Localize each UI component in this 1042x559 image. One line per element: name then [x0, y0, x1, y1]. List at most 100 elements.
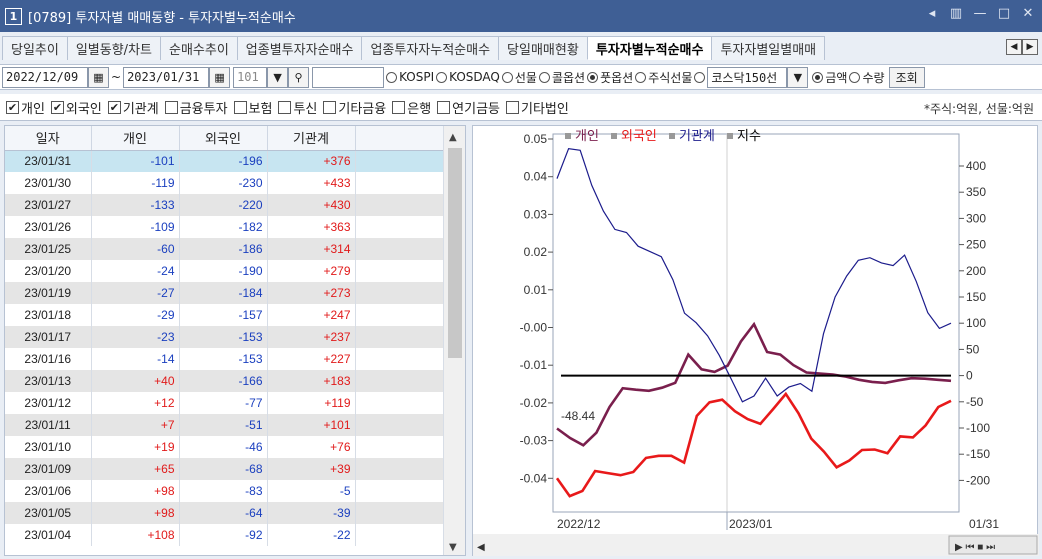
cell-empty — [355, 216, 444, 238]
table-row[interactable]: 23/01/26 -109 -182 +363 — [5, 216, 444, 238]
tab-sector-cumulative[interactable]: 업종투자자누적순매수 — [361, 36, 500, 60]
checkbox-icon — [506, 100, 519, 114]
market-other[interactable] — [694, 71, 707, 83]
investor-financial[interactable]: 금융투자 — [164, 98, 228, 117]
market-call-option[interactable]: 콜옵션 — [538, 69, 585, 86]
investor-bank[interactable]: 은행 — [392, 98, 431, 117]
investor-foreign[interactable]: ✔ 외국인 — [50, 98, 102, 117]
market-stock-futures[interactable]: 주식선물 — [635, 69, 692, 86]
cell-date: 23/01/10 — [5, 436, 92, 458]
tab-investor-daily[interactable]: 투자자별일별매매 — [711, 36, 826, 60]
col-foreign[interactable]: 외국인 — [179, 126, 268, 151]
col-institution[interactable]: 기관계 — [267, 126, 356, 151]
cell-date: 23/01/04 — [5, 524, 92, 546]
maximize-icon[interactable]: □ — [996, 6, 1012, 21]
cell-date: 23/01/09 — [5, 458, 92, 480]
right-tick-label: -50 — [966, 395, 984, 409]
table-row[interactable]: 23/01/27 -133 -220 +430 — [5, 194, 444, 216]
query-button[interactable]: 조회 — [888, 66, 925, 88]
tab-daily-trades[interactable]: 당일매매현황 — [498, 36, 588, 60]
scroll-down-icon[interactable]: ▼ — [449, 542, 457, 553]
investor-insurance[interactable]: 보험 — [233, 98, 272, 117]
cell-institution: +39 — [267, 458, 356, 480]
radio-icon — [436, 71, 448, 83]
table-row[interactable]: 23/01/17 -23 -153 +237 — [5, 326, 444, 348]
cell-empty — [355, 238, 444, 260]
market-futures[interactable]: 선물 — [501, 69, 537, 86]
tab-next-icon[interactable]: ▶ — [1022, 39, 1038, 55]
investor-other-corp[interactable]: 기타법인 — [506, 98, 569, 117]
table-row[interactable]: 23/01/05 +98 -64 -39 — [5, 502, 444, 524]
table-row[interactable]: 23/01/31 -101 -196 +376 — [5, 150, 444, 172]
cell-empty — [355, 480, 444, 502]
investor-institution[interactable]: ✔ 기관계 — [107, 98, 159, 117]
legend-label-2: 기관계 — [679, 128, 715, 143]
table-row[interactable]: 23/01/11 +7 -51 +101 — [5, 414, 444, 436]
cell-empty — [355, 414, 444, 436]
minimize-icon[interactable]: — — [972, 6, 988, 21]
cell-institution: +273 — [267, 282, 356, 304]
table-row[interactable]: 23/01/12 +12 -77 +119 — [5, 392, 444, 414]
market-kospi[interactable]: KOSPI — [386, 70, 434, 84]
chevron-down-icon[interactable]: ▼ — [267, 66, 289, 88]
scroll-up-icon[interactable]: ▲ — [449, 132, 457, 143]
right-tick-label: 150 — [966, 290, 986, 304]
tab-intraday[interactable]: 당일추이 — [2, 36, 68, 60]
tab-net-buy-trend[interactable]: 순매수추이 — [159, 36, 238, 60]
cell-individual: -29 — [91, 304, 180, 326]
table-row[interactable]: 23/01/20 -24 -190 +279 — [5, 260, 444, 282]
search-icon[interactable]: ⚲ — [288, 66, 310, 88]
table-row[interactable]: 23/01/19 -27 -184 +273 — [5, 282, 444, 304]
investor-individual[interactable]: ✔ 개인 — [6, 98, 45, 117]
vertical-scrollbar[interactable]: ▲ ▼ — [443, 126, 465, 555]
table-row[interactable]: 23/01/16 -14 -153 +227 — [5, 348, 444, 370]
unit-amount[interactable]: 금액 — [812, 69, 847, 86]
col-individual[interactable]: 개인 — [91, 126, 180, 151]
table-row[interactable]: 23/01/25 -60 -186 +314 — [5, 238, 444, 260]
table-row[interactable]: 23/01/13 +40 -166 +183 — [5, 370, 444, 392]
collapse-icon[interactable]: ◂ — [924, 6, 940, 21]
code-select[interactable]: 101 — [233, 66, 268, 88]
table-row[interactable]: 23/01/06 +98 -83 -5 — [5, 480, 444, 502]
chevron-down-icon[interactable]: ▼ — [787, 66, 809, 88]
table-row[interactable]: 23/01/04 +108 -92 -22 — [5, 524, 444, 546]
layout-icon[interactable]: ▥ — [948, 6, 964, 21]
search-input[interactable] — [312, 66, 385, 88]
investor-other-finance[interactable]: 기타금융 — [323, 98, 386, 117]
cell-individual: -119 — [91, 172, 180, 194]
checkbox-icon — [164, 100, 178, 114]
cell-institution: +376 — [267, 150, 356, 172]
close-icon[interactable]: ✕ — [1020, 6, 1036, 21]
table-row[interactable]: 23/01/30 -119 -230 +433 — [5, 172, 444, 194]
cell-empty — [355, 282, 444, 304]
tab-prev-icon[interactable]: ◀ — [1006, 39, 1022, 55]
investor-trust[interactable]: 투신 — [278, 98, 317, 117]
table-row[interactable]: 23/01/18 -29 -157 +247 — [5, 304, 444, 326]
tab-investor-cumulative[interactable]: 투자자별누적순매수 — [586, 36, 713, 60]
unit-quantity[interactable]: 수량 — [849, 69, 885, 86]
radio-selected-icon — [812, 71, 824, 83]
calendar-icon[interactable]: ▦ — [88, 66, 109, 88]
tab-daily-chart[interactable]: 일별동향/차트 — [66, 36, 161, 60]
end-date-input[interactable]: 2023/01/31 — [123, 66, 210, 88]
tab-sector-net-buy[interactable]: 업종별투자자순매수 — [236, 36, 363, 60]
chart-annotation: -48.44 — [561, 409, 595, 423]
left-tick-label: -0.01 — [520, 358, 548, 372]
cell-date: 23/01/05 — [5, 502, 92, 524]
table-row[interactable]: 23/01/10 +19 -46 +76 — [5, 436, 444, 458]
cell-institution: +76 — [267, 436, 356, 458]
product-select[interactable]: 코스닥150선 — [707, 66, 788, 88]
cell-empty — [355, 502, 444, 524]
legend-label-1: 외국인 — [621, 128, 657, 143]
x-label: 01/31 — [969, 517, 999, 531]
market-kosdaq[interactable]: KOSDAQ — [436, 70, 500, 84]
col-date[interactable]: 일자 — [5, 126, 92, 151]
investor-pension[interactable]: 연기금등 — [437, 98, 500, 117]
calendar-icon[interactable]: ▦ — [209, 66, 231, 88]
market-put-option[interactable]: 풋옵션 — [587, 69, 633, 86]
cell-date: 23/01/17 — [5, 326, 92, 348]
scroll-thumb[interactable] — [448, 148, 462, 358]
right-tick-label: 100 — [966, 316, 986, 330]
table-row[interactable]: 23/01/09 +65 -68 +39 — [5, 458, 444, 480]
start-date-input[interactable]: 2022/12/09 — [2, 66, 88, 88]
